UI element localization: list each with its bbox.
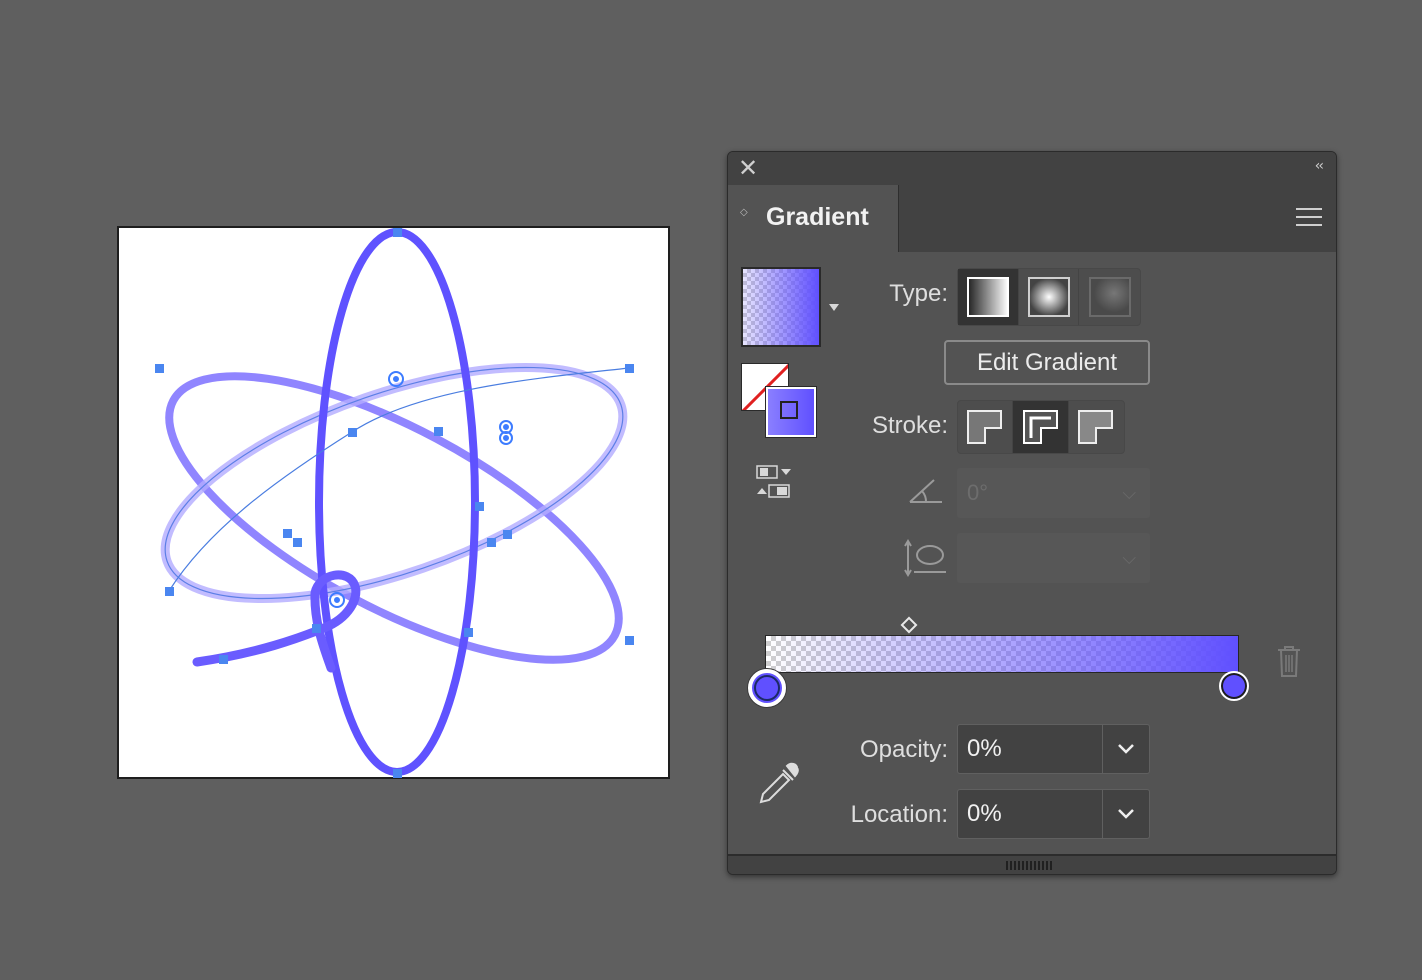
swatch-dropdown-icon[interactable] bbox=[829, 304, 839, 311]
tab-gradient[interactable]: ◇ Gradient bbox=[728, 185, 899, 252]
angle-value: 0° bbox=[967, 480, 989, 505]
opacity-value[interactable]: 0% bbox=[967, 725, 1002, 773]
aspect-ratio-icon bbox=[904, 538, 948, 583]
gradient-slider[interactable] bbox=[765, 635, 1239, 673]
aspect-ratio-field[interactable]: ⌵ bbox=[957, 533, 1150, 583]
stroke-across-button[interactable] bbox=[1069, 401, 1124, 453]
location-value[interactable]: 0% bbox=[967, 790, 1002, 838]
gradient-swatch[interactable] bbox=[741, 267, 821, 347]
opacity-label: Opacity: bbox=[859, 736, 948, 763]
tab-expand-icon[interactable]: ◇ bbox=[740, 208, 748, 218]
gradient-stop-end[interactable] bbox=[1219, 671, 1249, 701]
panel-titlebar[interactable]: ✕ ‹‹ bbox=[728, 152, 1336, 185]
panel-menu-icon[interactable] bbox=[1296, 208, 1322, 228]
panel-tab-row: ◇ Gradient bbox=[728, 185, 1336, 252]
stroke-gradient-swatch[interactable] bbox=[766, 387, 816, 437]
delete-stop-icon[interactable] bbox=[1275, 644, 1303, 683]
collapse-panel-icon[interactable]: ‹‹ bbox=[1315, 158, 1324, 174]
stroke-along-button[interactable] bbox=[1013, 401, 1069, 453]
chevron-down-icon bbox=[1118, 809, 1134, 819]
chevron-down-icon[interactable]: ⌵ bbox=[1122, 533, 1136, 583]
gradient-midpoint-handle[interactable] bbox=[900, 616, 918, 634]
guide-path bbox=[168, 367, 630, 592]
artboard[interactable] bbox=[117, 226, 670, 779]
orbit-ellipse-2[interactable] bbox=[138, 320, 650, 646]
artwork[interactable] bbox=[119, 228, 672, 781]
type-label: Type: bbox=[889, 280, 948, 307]
stroke-label: Stroke: bbox=[871, 412, 948, 439]
angle-icon bbox=[906, 474, 946, 513]
type-button-group bbox=[957, 268, 1141, 326]
opacity-dropdown[interactable] bbox=[1102, 725, 1149, 773]
freeform-gradient-button[interactable] bbox=[1079, 269, 1140, 325]
tab-gradient-label: Gradient bbox=[766, 203, 869, 231]
opacity-field[interactable]: 0% bbox=[957, 724, 1150, 774]
stroke-within-button[interactable] bbox=[958, 401, 1014, 453]
close-icon[interactable]: ✕ bbox=[736, 157, 760, 181]
orbit-ellipse-vertical[interactable] bbox=[315, 228, 479, 776]
reverse-gradient-icon[interactable] bbox=[755, 464, 793, 505]
gradient-stop-start[interactable] bbox=[748, 669, 786, 707]
linear-gradient-button[interactable] bbox=[958, 269, 1019, 325]
location-field[interactable]: 0% bbox=[957, 789, 1150, 839]
panel-resize-bar[interactable] bbox=[728, 854, 1336, 874]
radial-gradient-button[interactable] bbox=[1019, 269, 1080, 325]
stroke-button-group bbox=[957, 400, 1125, 454]
location-label: Location: bbox=[850, 801, 948, 828]
resize-grip-icon[interactable] bbox=[1006, 861, 1054, 870]
edit-gradient-button[interactable]: Edit Gradient bbox=[944, 340, 1150, 385]
chevron-down-icon bbox=[1118, 744, 1134, 754]
angle-field[interactable]: 0° ⌵ bbox=[957, 468, 1150, 518]
eyedropper-icon[interactable] bbox=[755, 760, 803, 811]
chevron-down-icon[interactable]: ⌵ bbox=[1122, 468, 1136, 518]
gradient-panel: ✕ ‹‹ ◇ Gradient Type: Edit Gradient Stro… bbox=[727, 151, 1337, 875]
location-dropdown[interactable] bbox=[1102, 790, 1149, 838]
